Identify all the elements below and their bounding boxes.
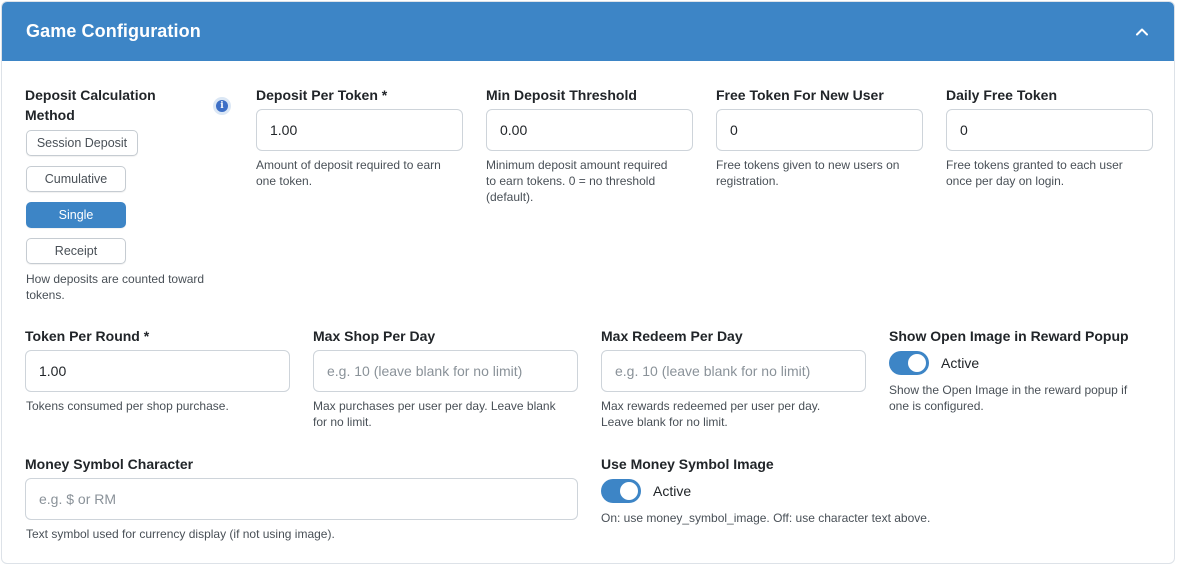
- show-open-image-help: Show the Open Image in the reward popup …: [889, 382, 1127, 414]
- min-deposit-threshold-help: Minimum deposit amount required to earn …: [486, 157, 667, 205]
- max-shop-per-day-input[interactable]: [313, 350, 578, 392]
- use-money-symbol-image-help: On: use money_symbol_image. Off: use cha…: [601, 511, 931, 525]
- show-open-image-label: Show Open Image in Reward Popup: [889, 328, 1129, 344]
- max-redeem-per-day-help: Max rewards redeemed per user per day. L…: [601, 398, 820, 430]
- show-open-image-help-line1: Show the Open Image in the reward popup …: [889, 383, 1128, 397]
- info-icon-glyph: i: [216, 100, 228, 112]
- deposit-method-help-line2: tokens.: [26, 288, 65, 302]
- min-deposit-threshold-input[interactable]: [486, 109, 693, 151]
- game-configuration-panel: Game Configuration Deposit Calculation M…: [1, 1, 1175, 564]
- daily-free-token-help-line2: once per day on login.: [946, 174, 1065, 188]
- free-token-new-user-label: Free Token For New User: [716, 87, 884, 103]
- token-per-round-label: Token Per Round *: [25, 328, 150, 344]
- max-redeem-per-day-input[interactable]: [601, 350, 866, 392]
- deposit-method-help: How deposits are counted toward tokens.: [26, 271, 204, 303]
- show-open-image-help-line2: one is configured.: [889, 399, 984, 413]
- deposit-per-token-help-line1: Amount of deposit required to earn: [256, 158, 441, 172]
- use-money-symbol-image-toggle[interactable]: [601, 479, 641, 503]
- daily-free-token-input[interactable]: [946, 109, 1153, 151]
- use-money-symbol-image-label: Use Money Symbol Image: [601, 456, 774, 472]
- max-shop-per-day-help-line2: for no limit.: [313, 415, 372, 429]
- daily-free-token-help-line1: Free tokens granted to each user: [946, 158, 1123, 172]
- deposit-method-label-line1: Deposit Calculation: [25, 87, 156, 103]
- deposit-per-token-label: Deposit Per Token *: [256, 87, 388, 103]
- free-token-new-user-input[interactable]: [716, 109, 923, 151]
- use-money-symbol-image-state: Active: [653, 483, 692, 499]
- free-token-new-user-help: Free tokens given to new users on regist…: [716, 157, 899, 189]
- daily-free-token-help: Free tokens granted to each user once pe…: [946, 157, 1123, 189]
- option-receipt[interactable]: Receipt: [26, 238, 126, 264]
- min-deposit-threshold-help-line1: Minimum deposit amount required: [486, 158, 668, 172]
- toggle-knob: [620, 482, 638, 500]
- option-single[interactable]: Single: [26, 202, 126, 228]
- money-symbol-character-label: Money Symbol Character: [25, 456, 194, 472]
- min-deposit-threshold-help-line2: to earn tokens. 0 = no threshold: [486, 174, 656, 188]
- show-open-image-state: Active: [941, 355, 980, 371]
- deposit-per-token-help: Amount of deposit required to earn one t…: [256, 157, 441, 189]
- max-redeem-per-day-help-line1: Max rewards redeemed per user per day.: [601, 399, 821, 413]
- min-deposit-threshold-help-line3: (default).: [486, 190, 534, 204]
- max-redeem-per-day-label: Max Redeem Per Day: [601, 328, 743, 344]
- panel-title: Game Configuration: [26, 21, 201, 41]
- money-symbol-character-input[interactable]: [25, 478, 578, 520]
- deposit-method-label: Deposit Calculation Method: [25, 85, 156, 125]
- deposit-per-token-help-line2: one token.: [256, 174, 313, 188]
- max-shop-per-day-help-line1: Max purchases per user per day. Leave bl…: [313, 399, 556, 413]
- daily-free-token-label: Daily Free Token: [946, 87, 1058, 103]
- info-icon[interactable]: i: [213, 97, 231, 115]
- option-cumulative[interactable]: Cumulative: [26, 166, 126, 192]
- free-token-new-user-help-line1: Free tokens given to new users on: [716, 158, 900, 172]
- min-deposit-threshold-label: Min Deposit Threshold: [486, 87, 637, 103]
- show-open-image-toggle[interactable]: [889, 351, 929, 375]
- max-shop-per-day-label: Max Shop Per Day: [313, 328, 436, 344]
- money-symbol-character-help: Text symbol used for currency display (i…: [26, 527, 335, 541]
- max-redeem-per-day-help-line2: Leave blank for no limit.: [601, 415, 728, 429]
- free-token-new-user-help-line2: registration.: [716, 174, 779, 188]
- token-per-round-input[interactable]: [25, 350, 290, 392]
- panel-header[interactable]: Game Configuration: [2, 2, 1174, 61]
- option-session-deposit[interactable]: Session Deposit: [26, 130, 138, 156]
- deposit-method-label-line2: Method: [25, 107, 75, 123]
- deposit-method-help-line1: How deposits are counted toward: [26, 272, 205, 286]
- token-per-round-help: Tokens consumed per shop purchase.: [26, 399, 229, 413]
- toggle-knob: [908, 354, 926, 372]
- max-shop-per-day-help: Max purchases per user per day. Leave bl…: [313, 398, 556, 430]
- deposit-per-token-input[interactable]: [256, 109, 463, 151]
- chevron-up-icon[interactable]: [1132, 22, 1152, 42]
